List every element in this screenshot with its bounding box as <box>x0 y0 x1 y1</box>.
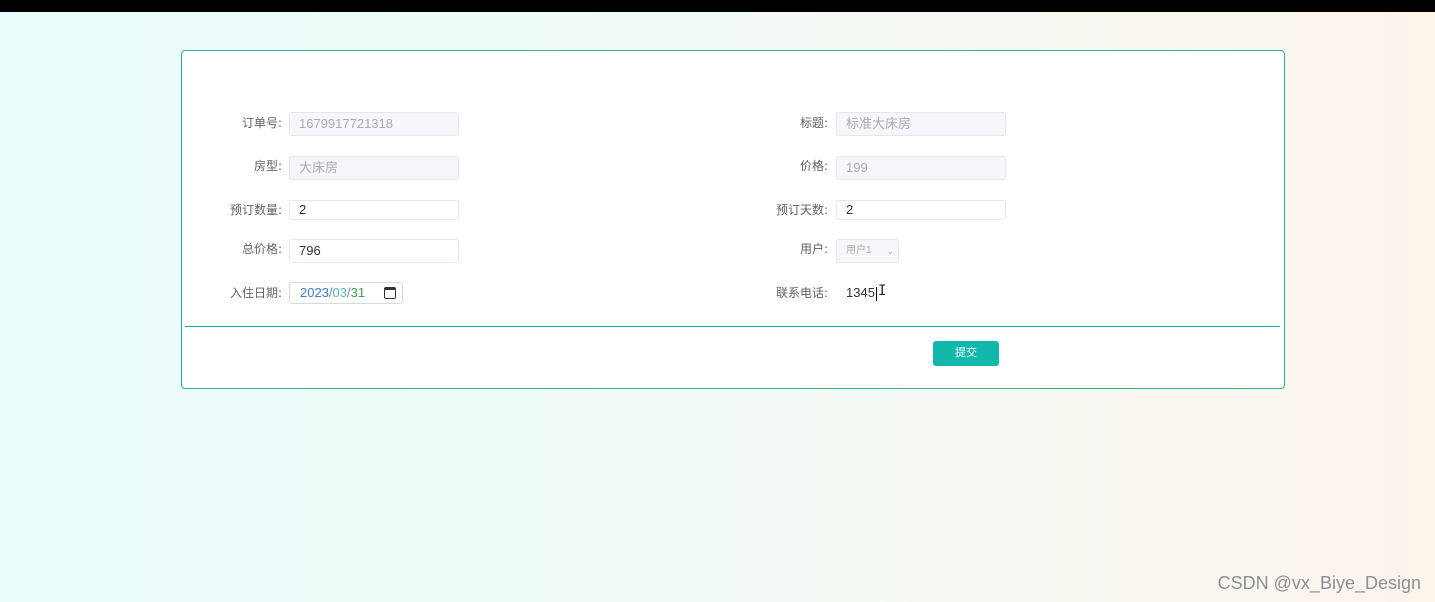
user-select[interactable]: 用户1 ⌄ <box>836 239 899 263</box>
order-no-field[interactable]: 1679917721318 <box>289 112 459 136</box>
date-year[interactable]: 2023 <box>300 285 329 300</box>
submit-button[interactable]: 提交 <box>933 341 999 366</box>
date-day[interactable]: 31 <box>351 285 365 300</box>
user-select-value: 用户1 <box>846 245 872 256</box>
title-field[interactable]: 标准大床房 <box>836 112 1006 136</box>
calendar-icon[interactable] <box>384 287 396 299</box>
room-type-label: 房型: <box>253 159 282 173</box>
booking-qty-label: 预订数量: <box>229 203 282 217</box>
total-price-label: 总价格: <box>241 242 282 256</box>
text-cursor-icon: I <box>878 283 887 299</box>
order-no-label: 订单号: <box>241 116 282 130</box>
booking-qty-field[interactable]: 2 <box>289 200 459 220</box>
checkin-date-input[interactable]: 2023/03/31 <box>289 282 403 304</box>
top-bar <box>0 0 1435 12</box>
price-field[interactable]: 199 <box>836 156 1006 180</box>
price-label: 价格: <box>799 159 828 173</box>
room-type-field[interactable]: 大床房 <box>289 156 459 180</box>
phone-label: 联系电话: <box>775 286 828 300</box>
total-price-field[interactable]: 796 <box>289 239 459 263</box>
chevron-down-icon: ⌄ <box>886 246 894 256</box>
order-form-panel: 订单号: 1679917721318 标题: 标准大床房 房型: 大床房 价格:… <box>181 50 1285 389</box>
text-caret <box>875 286 877 301</box>
booking-days-field[interactable]: 2 <box>836 200 1006 220</box>
date-month[interactable]: 03 <box>333 285 347 300</box>
user-label: 用户: <box>799 242 828 256</box>
title-label: 标题: <box>799 116 828 130</box>
booking-days-label: 预订天数: <box>775 203 828 217</box>
watermark: CSDN @vx_Biye_Design <box>1217 573 1421 593</box>
form-divider <box>185 326 1280 327</box>
phone-field[interactable]: 1345 <box>836 282 1006 306</box>
phone-value: 1345 <box>846 285 875 300</box>
checkin-date-label: 入住日期: <box>229 286 282 300</box>
